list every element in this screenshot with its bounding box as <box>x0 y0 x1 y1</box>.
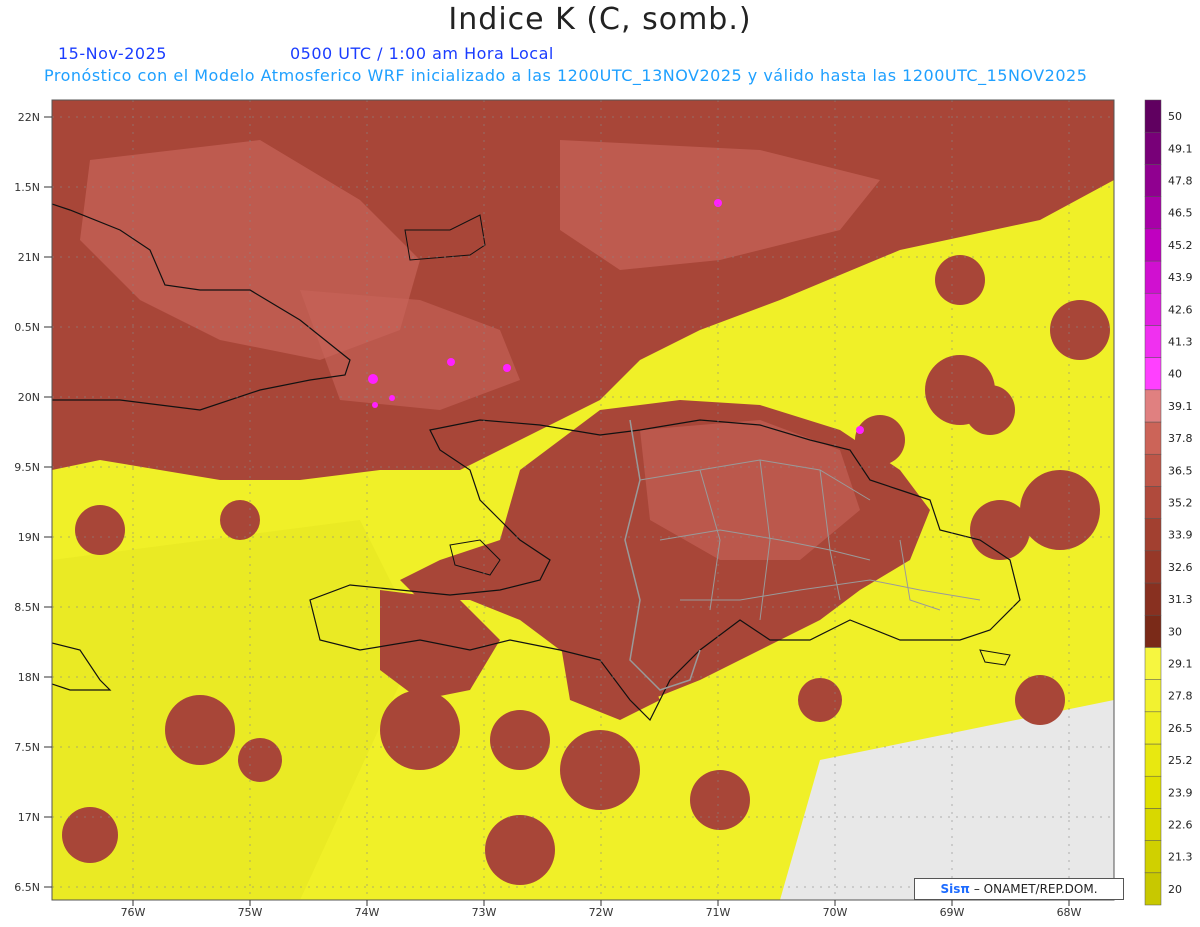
colorbar-label: 50 <box>1168 110 1182 123</box>
colorbar-swatch <box>1144 647 1162 680</box>
lat-label: 17N <box>18 811 40 824</box>
credit-text: – ONAMET/REP.DOM. <box>973 882 1098 896</box>
colorbar-swatch <box>1144 550 1162 584</box>
colorbar-swatch <box>1144 453 1162 487</box>
colorbar-swatch <box>1144 486 1162 519</box>
lat-label: 6.5N <box>14 881 40 894</box>
colorbar-label: 26.5 <box>1168 722 1193 735</box>
colorbar-swatch <box>1144 582 1162 616</box>
colorbar-swatch <box>1144 679 1162 713</box>
lat-label: 20N <box>18 391 40 404</box>
lon-label: 75W <box>238 906 263 919</box>
latitude-labels: 22N 1.5N 21N 0.5N 20N 9.5N 19N 8.5N 18N 7.5N 17N 6.… <box>14 111 52 894</box>
colorbar-label: 30 <box>1168 625 1182 638</box>
colorbar-swatch <box>1144 518 1162 552</box>
colorbar-label: 20 <box>1168 883 1182 896</box>
colorbar-label: 27.8 <box>1168 690 1193 703</box>
colorbar-swatch <box>1144 196 1162 230</box>
colorbar-label: 29.1 <box>1168 658 1193 671</box>
colorbar-label: 31.3 <box>1168 593 1193 606</box>
colorbar-label: 41.3 <box>1168 336 1193 349</box>
colorbar-swatch <box>1144 743 1162 777</box>
lat-label: 18N <box>18 671 40 684</box>
lon-label: 71W <box>706 906 731 919</box>
colorbar-label: 22.6 <box>1168 819 1193 832</box>
colorbar-swatch <box>1144 292 1162 326</box>
map-field <box>52 100 1114 900</box>
lon-label: 68W <box>1057 906 1082 919</box>
colorbar-label: 42.6 <box>1168 303 1193 316</box>
colorbar-label: 40 <box>1168 368 1182 381</box>
colorbar-swatch <box>1144 775 1162 809</box>
colorbar-label: 32.6 <box>1168 561 1193 574</box>
colorbar-label: 23.9 <box>1168 786 1193 799</box>
lon-label: 69W <box>940 906 965 919</box>
colorbar-label: 49.1 <box>1168 142 1193 155</box>
colorbar-swatch <box>1144 840 1162 874</box>
colorbar-label: 33.9 <box>1168 529 1193 542</box>
colorbar-label: 45.2 <box>1168 239 1193 252</box>
lat-label: 19N <box>18 531 40 544</box>
credit-box: Sisπ – ONAMET/REP.DOM. <box>914 878 1124 900</box>
colorbar: 20 21.3 22.6 23.9 25.2 26.5 27.8 29.1 30 31.3 32.6… <box>1144 99 1193 906</box>
colorbar-swatch <box>1144 421 1162 455</box>
colorbar-label: 25.2 <box>1168 754 1193 767</box>
lat-label: 7.5N <box>14 741 40 754</box>
colorbar-swatch <box>1144 99 1162 133</box>
colorbar-swatch <box>1144 325 1162 358</box>
colorbar-swatch <box>1144 228 1162 262</box>
lat-label: 22N <box>18 111 40 124</box>
lat-label: 1.5N <box>14 181 40 194</box>
lat-label: 9.5N <box>14 461 40 474</box>
longitude-labels: 76W 75W 74W 73W 72W 71W 70W 69W 68W <box>121 900 1082 919</box>
colorbar-label: 21.3 <box>1168 851 1193 864</box>
colorbar-swatch <box>1144 164 1162 197</box>
colorbar-swatch <box>1144 357 1162 391</box>
colorbar-swatch <box>1144 389 1162 423</box>
forecast-map: 22N 1.5N 21N 0.5N 20N 9.5N 19N 8.5N 18N 7.5N 17N 6.… <box>14 99 1193 919</box>
colorbar-swatch <box>1144 260 1162 294</box>
lon-label: 76W <box>121 906 146 919</box>
lon-label: 73W <box>472 906 497 919</box>
colorbar-label: 43.9 <box>1168 271 1193 284</box>
colorbar-label: 39.1 <box>1168 400 1193 413</box>
lon-label: 72W <box>589 906 614 919</box>
colorbar-swatch <box>1144 711 1162 745</box>
sispi-logo: Sisπ <box>940 882 970 896</box>
colorbar-label: 35.2 <box>1168 497 1193 510</box>
lat-label: 8.5N <box>14 601 40 614</box>
lat-label: 0.5N <box>14 321 40 334</box>
lon-label: 70W <box>823 906 848 919</box>
colorbar-swatch <box>1144 131 1162 165</box>
colorbar-label: 37.8 <box>1168 432 1193 445</box>
colorbar-swatch <box>1144 808 1162 841</box>
colorbar-label: 36.5 <box>1168 464 1193 477</box>
colorbar-swatch <box>1144 614 1162 648</box>
lat-label: 21N <box>18 251 40 264</box>
colorbar-swatch <box>1144 872 1162 906</box>
colorbar-label: 46.5 <box>1168 207 1193 220</box>
lon-label: 74W <box>355 906 380 919</box>
k-index-max-spot <box>368 374 378 384</box>
colorbar-label: 47.8 <box>1168 175 1193 188</box>
